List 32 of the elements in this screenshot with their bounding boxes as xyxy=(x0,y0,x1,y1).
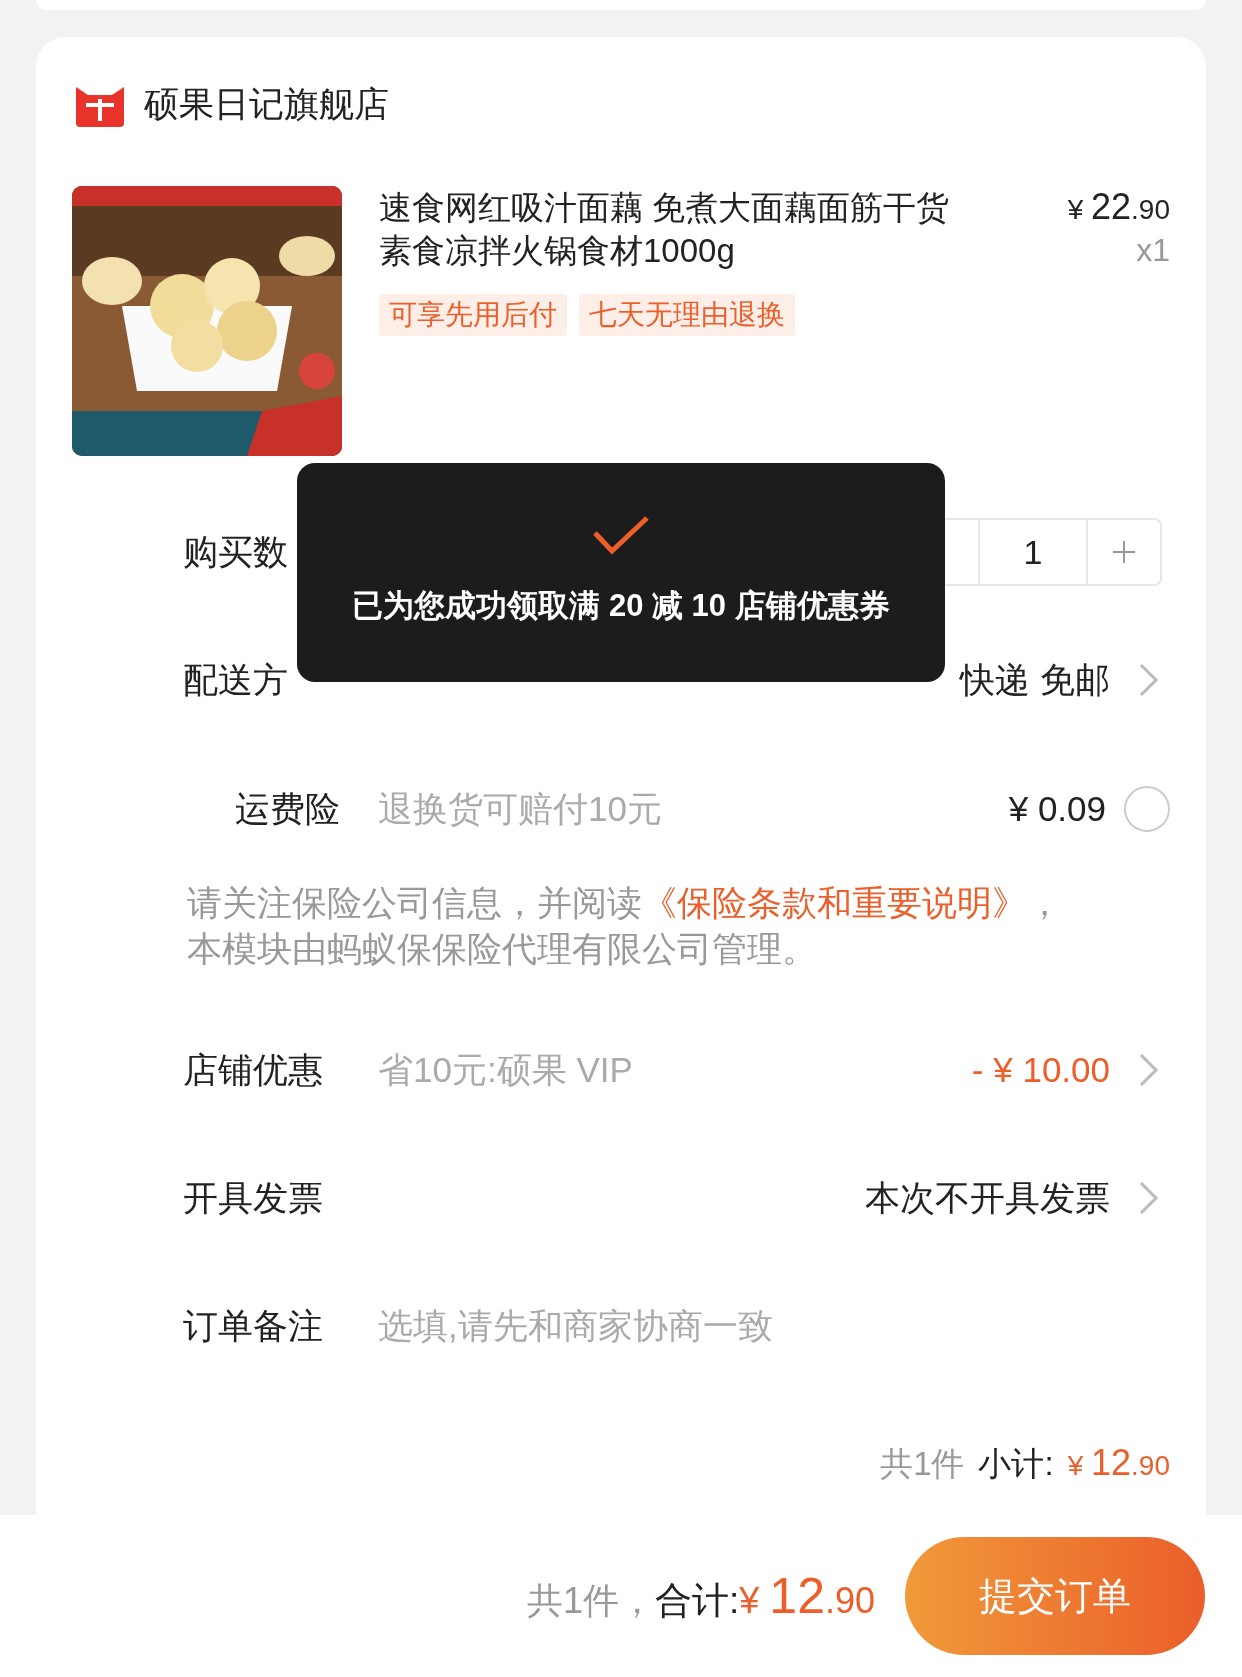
row-label: 配送方 xyxy=(183,658,288,701)
checkmark-icon xyxy=(592,515,650,555)
insurance-notice: 请关注保险公司信息，并阅读《保险条款和重要说明》，本模块由蚂蚁保保险代理有限公司管理。 xyxy=(187,882,1063,970)
toast-message: 已为您成功领取满 20 减 10 店铺优惠券 xyxy=(352,587,890,625)
chevron-right-icon xyxy=(1138,1052,1160,1088)
chevron-right-icon xyxy=(1138,1180,1160,1216)
subtotal-amount: ¥ 12.90 xyxy=(1067,1442,1170,1484)
chevron-right-icon xyxy=(1138,662,1160,698)
row-detail: 退换货可赔付10元 xyxy=(378,787,663,830)
service-tag: 七天无理由退换 xyxy=(579,294,795,336)
product-price: ¥ 22.90 xyxy=(1067,186,1170,228)
row-label: 订单备注 xyxy=(183,1304,323,1347)
quantity-value: 1 xyxy=(1022,531,1044,573)
row-label: 店铺优惠 xyxy=(183,1048,323,1091)
row-label: 开具发票 xyxy=(183,1176,323,1219)
item-count: 共1件， xyxy=(526,1578,655,1623)
total-label: 合计: xyxy=(655,1578,740,1623)
row-value[interactable]: 快递 免邮 xyxy=(960,656,1110,704)
row-label: 购买数 xyxy=(183,530,288,573)
product-title: 速食网红吸汁面藕 免煮大面藕面筋干货素食凉拌火锅食材1000g xyxy=(379,188,951,271)
radio-button[interactable] xyxy=(1124,786,1170,832)
plus-icon xyxy=(1112,540,1136,564)
subtotal-label: 小计: xyxy=(978,1444,1054,1484)
row-value[interactable]: 本次不开具发票 xyxy=(865,1174,1110,1222)
row-label: 运费险 xyxy=(235,787,340,830)
product-quantity: x1 xyxy=(1136,232,1170,269)
item-count: 共1件 xyxy=(880,1444,965,1484)
service-tag: 可享先用后付 xyxy=(379,294,567,336)
row-detail: 省10元:硕果 VIP xyxy=(378,1048,634,1091)
row-value: ¥ 0.09 xyxy=(1008,789,1106,829)
total-amount: ¥ 12.90 xyxy=(739,1566,875,1625)
store-name[interactable]: 硕果日记旗舰店 xyxy=(144,81,389,128)
